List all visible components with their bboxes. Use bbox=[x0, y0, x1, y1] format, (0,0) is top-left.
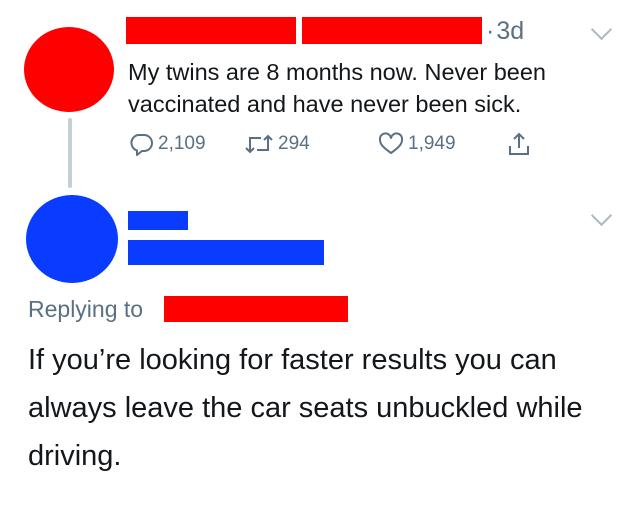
tweet-text: My twins are 8 months now. Never been va… bbox=[128, 59, 546, 117]
like-button[interactable]: 1,949 bbox=[378, 131, 456, 157]
redacted-display-name[interactable] bbox=[128, 211, 188, 230]
thread-connector-line bbox=[68, 118, 72, 188]
reply-icon bbox=[130, 134, 153, 156]
heart-icon bbox=[378, 132, 404, 154]
reply-button[interactable]: 2,109 bbox=[128, 131, 206, 157]
chevron-down-icon[interactable] bbox=[590, 204, 613, 227]
share-icon bbox=[509, 132, 529, 155]
tweet-text: If you’re looking for faster results you… bbox=[28, 344, 583, 472]
redacted-reply-to-username[interactable] bbox=[164, 296, 348, 322]
retweet-icon bbox=[245, 134, 273, 154]
reply-count: 2,109 bbox=[158, 133, 206, 154]
like-count: 1,949 bbox=[408, 133, 456, 154]
tweet-timestamp[interactable]: ·3d bbox=[486, 16, 524, 46]
redacted-display-name[interactable] bbox=[126, 17, 296, 44]
share-button[interactable] bbox=[506, 131, 532, 157]
redacted-username[interactable] bbox=[128, 240, 324, 265]
avatar[interactable] bbox=[24, 27, 114, 112]
retweet-count: 294 bbox=[278, 133, 310, 154]
timestamp-label: 3d bbox=[496, 17, 525, 45]
retweet-button[interactable]: 294 bbox=[244, 131, 310, 157]
chevron-down-icon[interactable] bbox=[590, 18, 613, 41]
replying-to-label: Replying to bbox=[28, 296, 144, 322]
avatar[interactable] bbox=[26, 195, 118, 283]
redacted-username[interactable] bbox=[302, 17, 482, 44]
separator-dot: · bbox=[486, 17, 495, 45]
